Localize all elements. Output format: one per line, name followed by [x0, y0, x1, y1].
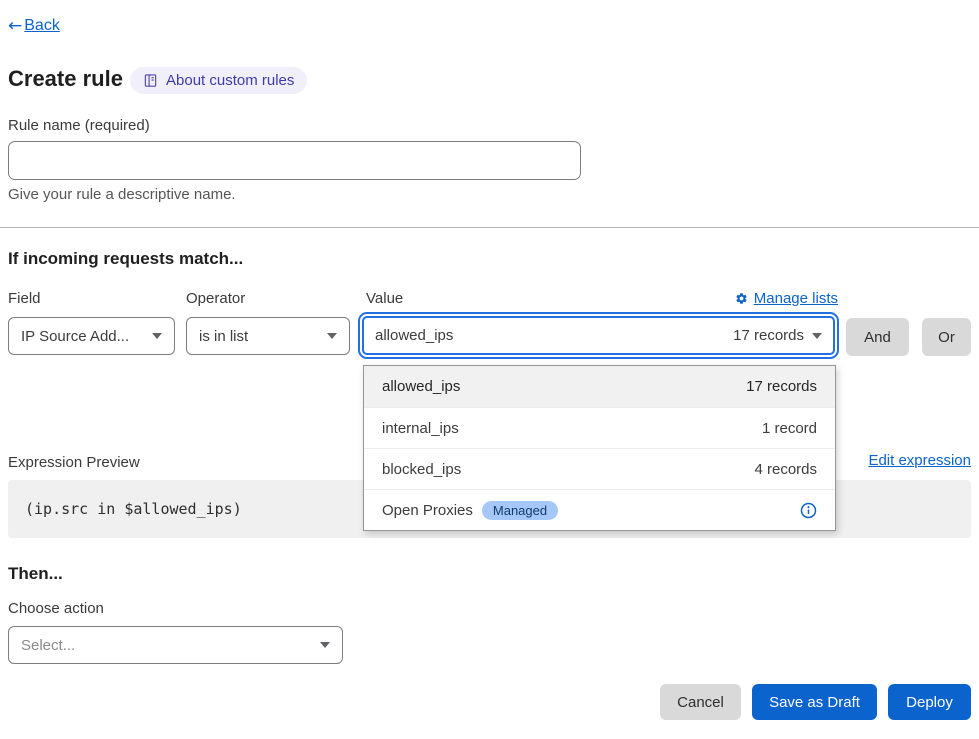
about-custom-rules-link[interactable]: About custom rules — [130, 67, 307, 94]
back-link-label: Back — [24, 17, 60, 35]
list-option-meta: 4 records — [754, 461, 817, 478]
page-title: Create rule — [8, 66, 123, 92]
field-select-value: IP Source Add... — [21, 328, 129, 345]
value-select-value: allowed_ips — [375, 327, 453, 344]
operator-select-value: is in list — [199, 328, 248, 345]
operator-select[interactable]: is in list — [186, 317, 350, 355]
list-option-meta: 17 records — [746, 378, 817, 395]
chevron-down-icon — [320, 642, 330, 648]
rule-name-help: Give your rule a descriptive name. — [8, 186, 236, 203]
value-select-inner: allowed_ips 17 records — [362, 316, 835, 355]
or-button[interactable]: Or — [922, 318, 971, 356]
choose-action-label: Choose action — [8, 600, 104, 617]
field-label: Field — [8, 290, 41, 307]
rule-name-input[interactable] — [8, 141, 581, 180]
list-option-internal-ips[interactable]: internal_ips 1 record — [364, 407, 835, 448]
save-as-draft-button[interactable]: Save as Draft — [752, 684, 877, 720]
list-option-allowed-ips[interactable]: allowed_ips 17 records — [364, 366, 835, 407]
list-option-name: blocked_ips — [382, 461, 461, 478]
action-select-placeholder: Select... — [21, 637, 75, 654]
edit-expression-link[interactable]: Edit expression — [868, 452, 971, 469]
list-option-name: allowed_ips — [382, 378, 460, 395]
about-custom-rules-label: About custom rules — [166, 72, 294, 89]
value-select-records: 17 records — [733, 327, 804, 344]
back-link[interactable]: ←Back — [8, 16, 60, 36]
value-select[interactable]: allowed_ips 17 records — [358, 312, 839, 359]
expression-code: (ip.src in $allowed_ips) — [25, 500, 242, 518]
operator-label: Operator — [186, 290, 245, 307]
list-option-meta: 1 record — [762, 420, 817, 437]
book-icon — [143, 73, 158, 88]
section-divider — [0, 227, 979, 228]
list-option-name: Open Proxies — [382, 502, 473, 519]
list-option-blocked-ips[interactable]: blocked_ips 4 records — [364, 448, 835, 489]
info-icon[interactable] — [800, 502, 817, 519]
deploy-button[interactable]: Deploy — [888, 684, 971, 720]
cancel-button[interactable]: Cancel — [660, 684, 741, 720]
action-select[interactable]: Select... — [8, 626, 343, 664]
list-dropdown: allowed_ips 17 records internal_ips 1 re… — [363, 365, 836, 531]
list-option-name: internal_ips — [382, 420, 459, 437]
manage-lists-label: Manage lists — [754, 290, 838, 307]
match-heading: If incoming requests match... — [8, 249, 243, 269]
field-select[interactable]: IP Source Add... — [8, 317, 175, 355]
then-heading: Then... — [8, 564, 63, 584]
manage-lists-link[interactable]: Manage lists — [735, 290, 838, 307]
create-rule-page: ←Back Create rule About custom rules Rul… — [0, 0, 979, 739]
back-arrow-icon: ← — [8, 16, 22, 36]
rule-name-label: Rule name (required) — [8, 117, 150, 134]
and-button[interactable]: And — [846, 318, 909, 356]
gear-icon — [735, 292, 748, 305]
chevron-down-icon — [152, 333, 162, 339]
chevron-down-icon — [812, 333, 822, 339]
chevron-down-icon — [327, 333, 337, 339]
list-option-open-proxies[interactable]: Open Proxies Managed — [364, 489, 835, 530]
managed-badge: Managed — [482, 501, 558, 520]
value-label: Value — [366, 290, 403, 307]
expression-preview-label: Expression Preview — [8, 454, 140, 471]
